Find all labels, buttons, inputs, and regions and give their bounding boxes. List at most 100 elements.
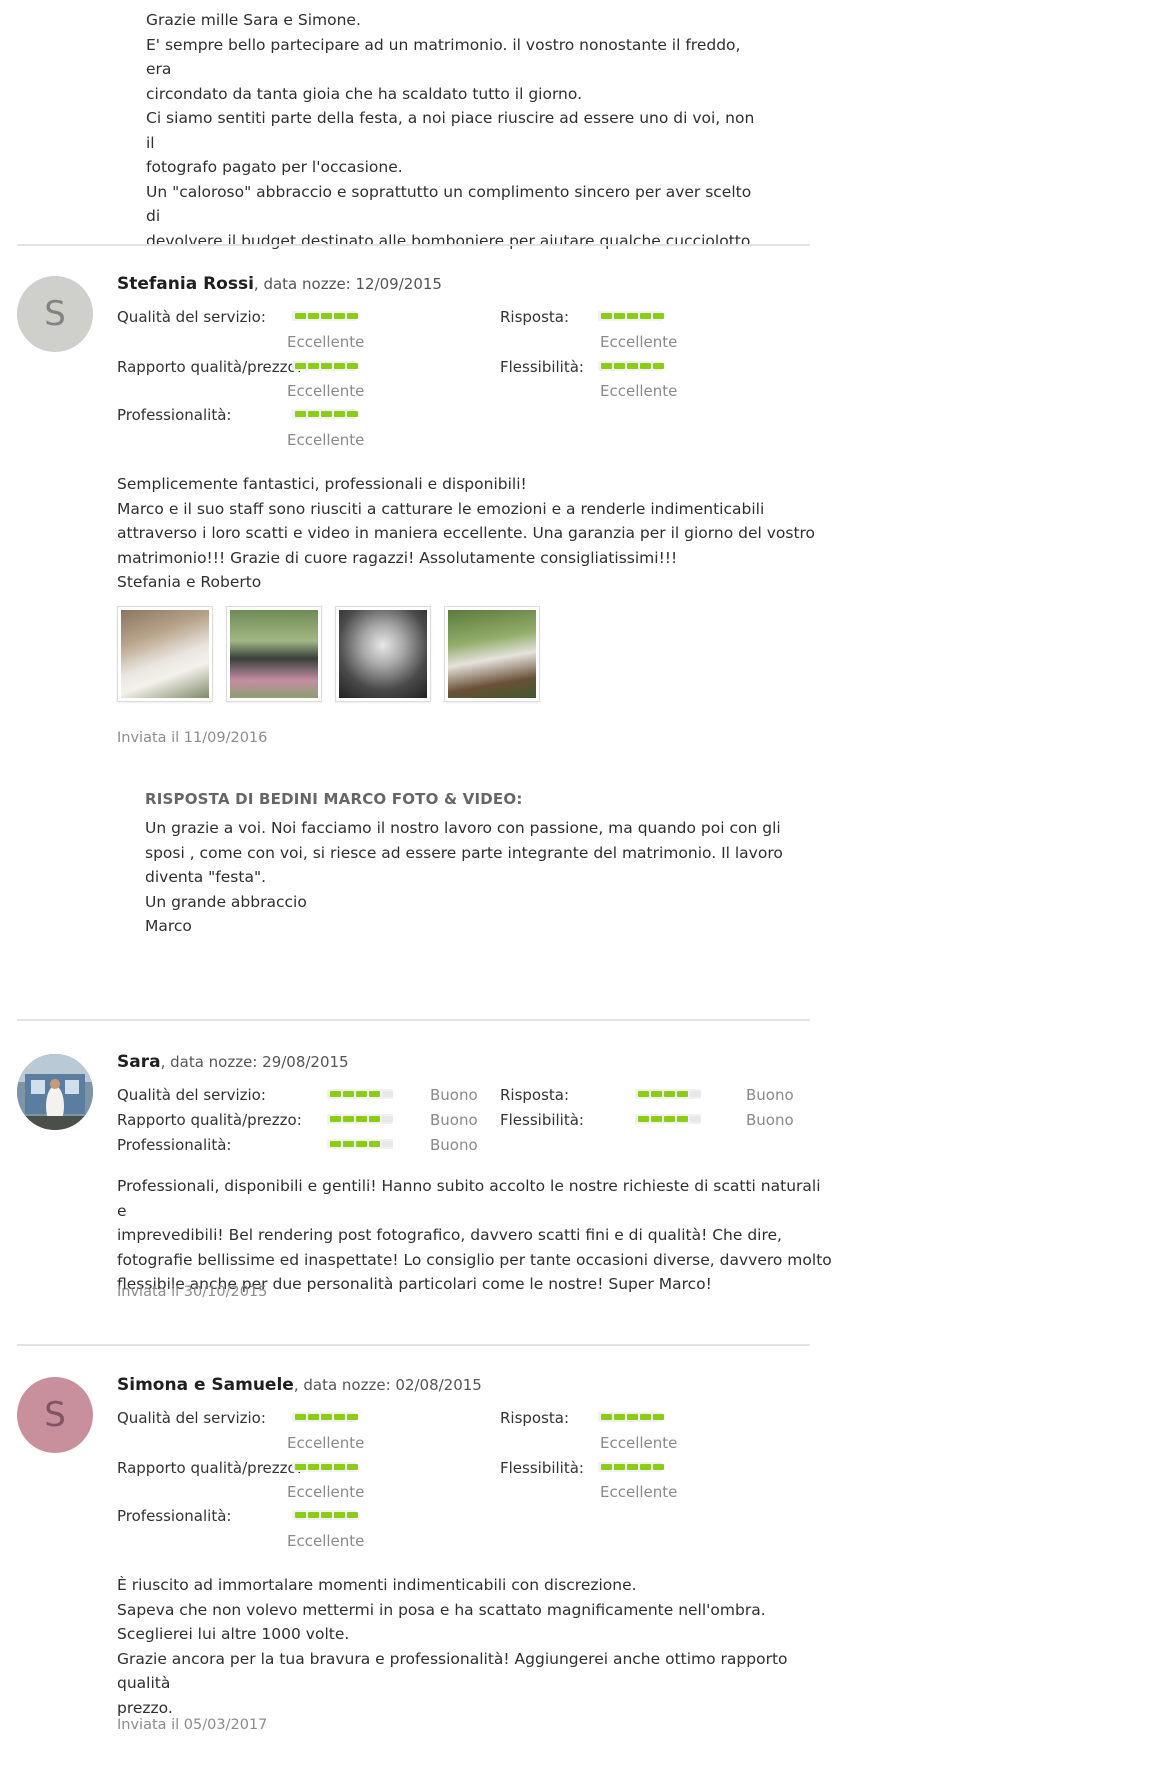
review-divider (17, 1344, 810, 1346)
review-header: Simona e Samuele, data nozze: 02/08/2015 (117, 1375, 482, 1395)
review-line: imprevedibili! Bel rendering post fotogr… (117, 1226, 782, 1244)
rating-segment (334, 1512, 345, 1518)
rating-segment (651, 1116, 662, 1122)
rating-segment (295, 411, 306, 417)
rating-segment (640, 313, 651, 319)
rating-segment (308, 1414, 319, 1420)
rating-segment (295, 1464, 306, 1470)
rating-segment (295, 1414, 306, 1420)
rating-segment (369, 1116, 380, 1122)
rating-bar-service (295, 1413, 358, 1421)
rating-word: Buono (746, 1111, 794, 1129)
rating-bar-service (330, 1090, 393, 1098)
reply-line: Un grande abbraccio (145, 892, 307, 911)
review-card: S Simona e Samuele, data nozze: 02/08/20… (17, 1375, 817, 1772)
avatar: S (17, 276, 93, 352)
reply-line: Un grazie a voi. Noi facciamo il nostro … (145, 819, 781, 837)
rating-segment (308, 313, 319, 319)
rating-segment (690, 1091, 701, 1097)
avatar (17, 1054, 93, 1130)
rating-segment (356, 1141, 367, 1147)
sent-date: Inviata il 05/03/2017 (117, 1717, 268, 1733)
review-card: Sara, data nozze: 29/08/2015 Qualità del… (17, 1052, 832, 1324)
rating-bar-value (330, 1115, 393, 1123)
wedding-date: , data nozze: 29/08/2015 (160, 1053, 349, 1071)
reviewer-name: Simona e Samuele (117, 1375, 294, 1395)
rating-segment (627, 313, 638, 319)
rating-label-response: Risposta: (500, 308, 570, 326)
wedding-date: , data nozze: 12/09/2015 (253, 275, 442, 293)
reply-line: sposi , come con voi, si riesce ad esser… (145, 843, 783, 862)
rating-word: Eccellente (287, 1483, 365, 1501)
rating-segment (347, 1414, 358, 1420)
rating-segment (334, 363, 345, 369)
rating-segment (601, 1464, 612, 1470)
rating-segment (640, 363, 651, 369)
rating-segment (653, 1414, 664, 1420)
rating-segment (321, 1512, 332, 1518)
rating-label-response: Risposta: (500, 1409, 570, 1427)
rating-bar-response (601, 312, 664, 320)
rating-label-response: Risposta: (500, 1086, 570, 1104)
rating-segment (601, 363, 612, 369)
rating-segment (677, 1091, 688, 1097)
reply-line: Marco (145, 917, 192, 935)
review-divider (17, 244, 810, 246)
rating-segment (369, 1091, 380, 1097)
reply-line: fotografo pagato per l'occasione. (146, 158, 403, 176)
reply-line: diventa "festa". (145, 868, 267, 886)
photo-thumbnail[interactable] (444, 606, 540, 702)
photo-thumbnail[interactable] (117, 606, 213, 702)
rating-label-professionalism: Professionalità: (117, 1507, 232, 1525)
reply-line: Grazie mille Sara e Simone. (146, 11, 361, 29)
reviewer-name: Stefania Rossi (117, 274, 254, 294)
rating-segment (614, 313, 625, 319)
rating-bar-value (295, 1463, 358, 1471)
rating-segment (321, 363, 332, 369)
rating-segment (653, 363, 664, 369)
rating-segment (627, 1464, 638, 1470)
photo-thumbnail[interactable] (335, 606, 431, 702)
rating-segment (334, 411, 345, 417)
rating-segment (330, 1141, 341, 1147)
review-photos (117, 606, 540, 702)
rating-segment (382, 1091, 393, 1097)
rating-segment (321, 1464, 332, 1470)
rating-label-flexibility: Flessibilità: (500, 358, 584, 376)
rating-segment (343, 1116, 354, 1122)
rating-segment (308, 411, 319, 417)
review-line: Stefania e Roberto (117, 573, 262, 591)
review-text: Semplicemente fantastici, professionali … (117, 472, 832, 595)
rating-segment (382, 1141, 393, 1147)
rating-segment (651, 1091, 662, 1097)
rating-segment (308, 363, 319, 369)
photo-thumbnail[interactable] (226, 606, 322, 702)
rating-word: Eccellente (287, 1434, 365, 1452)
rating-segment (295, 1512, 306, 1518)
rating-segment (653, 313, 664, 319)
rating-segment (334, 1464, 345, 1470)
rating-segment (347, 1464, 358, 1470)
rating-label-service: Qualità del servizio: (117, 1086, 266, 1104)
rating-segment (308, 1464, 319, 1470)
rating-segment (356, 1091, 367, 1097)
rating-segment (640, 1464, 651, 1470)
rating-segment (321, 1414, 332, 1420)
rating-segment (347, 313, 358, 319)
rating-segment (347, 363, 358, 369)
rating-segment (308, 1512, 319, 1518)
rating-segment (690, 1116, 701, 1122)
review-line: Sapeva che non volevo mettermi in posa e… (117, 1600, 766, 1619)
review-header: Stefania Rossi, data nozze: 12/09/2015 (117, 274, 442, 294)
rating-segment (382, 1116, 393, 1122)
rating-bar-professionalism (295, 1511, 358, 1519)
rating-label-service: Qualità del servizio: (117, 1409, 266, 1427)
rating-word: Buono (430, 1136, 478, 1154)
review-line: attraverso i loro scatti e video in mani… (117, 524, 816, 542)
rating-segment (356, 1116, 367, 1122)
rating-segment (330, 1116, 341, 1122)
review-text: Professionali, disponibili e gentili! Ha… (117, 1174, 832, 1297)
reviewer-name: Sara (117, 1052, 161, 1072)
reply-line: devolvere il budget destinato alle bombo… (146, 231, 755, 250)
rating-segment (343, 1091, 354, 1097)
